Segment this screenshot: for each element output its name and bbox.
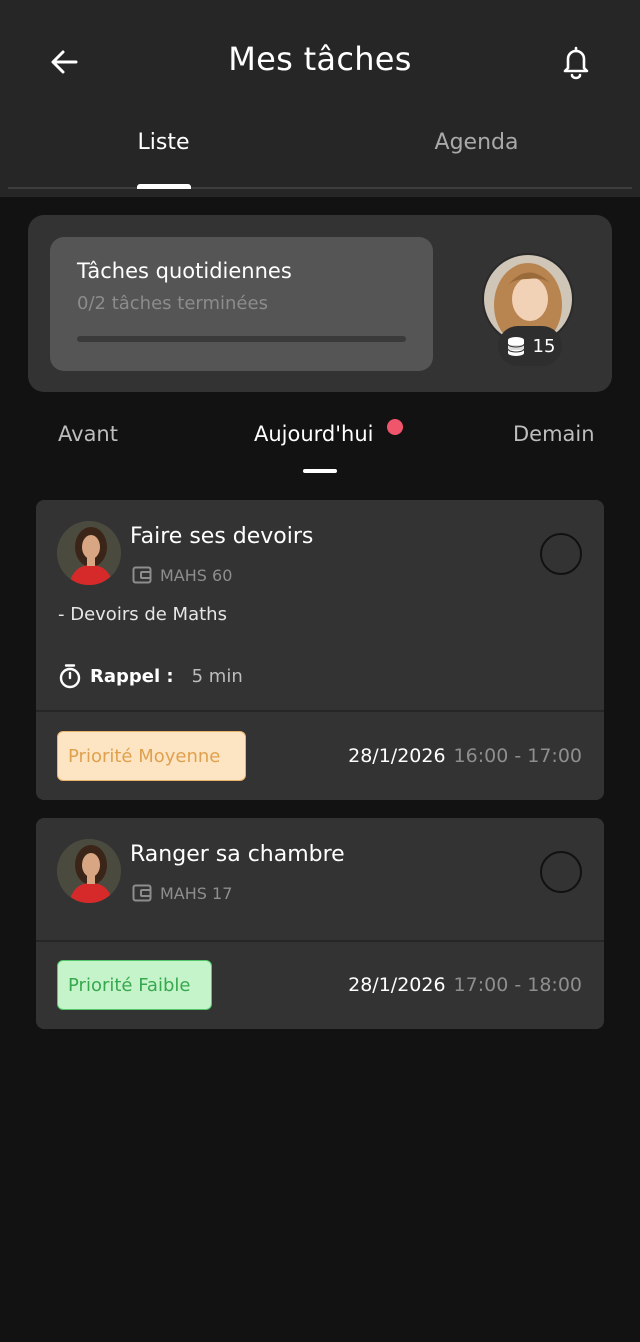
task-date: 28/1/2026 — [348, 745, 446, 767]
timer-icon — [59, 664, 81, 689]
priority-badge: Priorité Moyenne — [57, 731, 246, 781]
task-card[interactable]: Faire ses devoirs MAHS 60 - Devoirs de M… — [36, 500, 604, 800]
task-time: 17:00 - 18:00 — [453, 974, 582, 996]
task-datetime: 28/1/2026 17:00 - 18:00 — [348, 960, 582, 1010]
notifications-button[interactable] — [556, 42, 596, 82]
coin-stack-icon — [507, 337, 525, 356]
tab-liste[interactable]: Liste — [0, 130, 327, 155]
wallet-icon — [132, 884, 152, 902]
task-divider — [36, 940, 604, 942]
coin-count: 15 — [532, 335, 556, 357]
task-time: 16:00 - 17:00 — [453, 745, 582, 767]
task-meta: MAHS 17 — [132, 882, 232, 904]
task-card[interactable]: Ranger sa chambre MAHS 17 Priorité Faibl… — [36, 818, 604, 1029]
bell-icon — [563, 46, 589, 80]
day-tab-after[interactable]: Demain — [513, 422, 595, 446]
wallet-icon — [132, 566, 152, 584]
day-tab-before[interactable]: Avant — [58, 422, 118, 446]
back-button[interactable] — [44, 42, 84, 82]
notification-dot — [387, 419, 403, 435]
daily-tasks-title: Tâches quotidiennes — [77, 259, 292, 283]
task-date: 28/1/2026 — [348, 974, 446, 996]
task-datetime: 28/1/2026 16:00 - 17:00 — [348, 731, 582, 781]
avatar — [57, 839, 121, 903]
reminder-value: 5 min — [191, 665, 243, 687]
page-title: Mes tâches — [228, 40, 412, 78]
task-complete-checkbox[interactable] — [540, 533, 582, 575]
daily-summary-card: Tâches quotidiennes 0/2 tâches terminées… — [28, 215, 612, 392]
task-title: Faire ses devoirs — [130, 524, 314, 549]
task-title: Ranger sa chambre — [130, 842, 345, 867]
daily-tasks-count: 0/2 tâches terminées — [77, 293, 268, 314]
reminder-label: Rappel : — [90, 665, 174, 687]
task-code: MAHS 60 — [160, 565, 233, 585]
task-complete-checkbox[interactable] — [540, 851, 582, 893]
day-tab-today[interactable]: Aujourd'hui — [254, 422, 374, 446]
task-divider — [36, 710, 604, 712]
tab-divider — [8, 187, 632, 189]
task-reminder: Rappel : 5 min — [58, 662, 243, 690]
tab-agenda[interactable]: Agenda — [320, 130, 633, 155]
priority-badge: Priorité Faible — [57, 960, 212, 1010]
task-meta: MAHS 60 — [132, 564, 232, 586]
active-tab-indicator — [137, 184, 191, 189]
task-code: MAHS 17 — [160, 883, 233, 903]
coin-balance: 15 — [498, 326, 562, 366]
arrow-left-icon — [51, 50, 78, 74]
daily-tasks-box[interactable]: Tâches quotidiennes 0/2 tâches terminées — [50, 237, 433, 371]
top-bar: Mes tâches Liste Agenda — [0, 0, 640, 197]
avatar — [57, 521, 121, 585]
active-day-indicator — [303, 469, 337, 473]
task-description: - Devoirs de Maths — [58, 604, 227, 625]
daily-progress-bar — [77, 336, 406, 342]
